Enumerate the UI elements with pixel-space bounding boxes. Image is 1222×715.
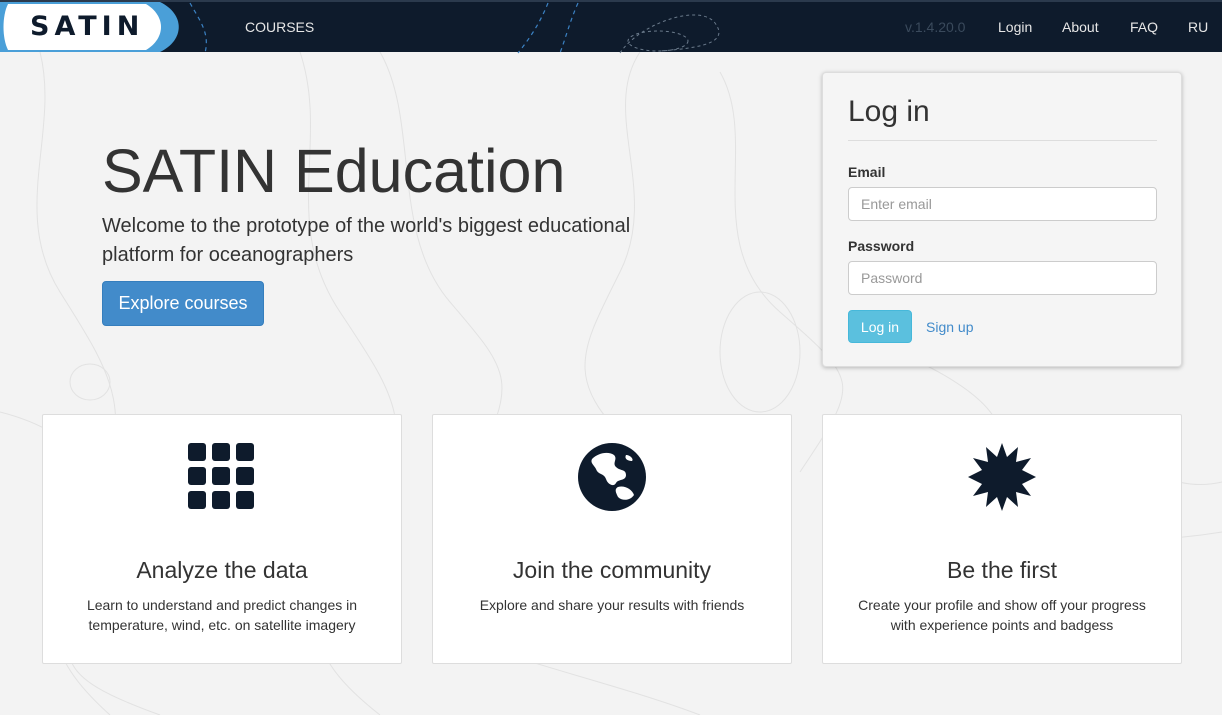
feature-title: Be the first	[947, 557, 1057, 583]
satin-logo[interactable]: SATIN	[0, 2, 180, 52]
password-label: Password	[848, 238, 915, 254]
nav-courses[interactable]: COURSES	[245, 19, 314, 35]
hero-title: SATIN Education	[102, 137, 566, 205]
version-label: v.1.4.20.0	[905, 19, 966, 35]
top-navbar: SATIN COURSES v.1.4.20.0 Login About FAQ…	[0, 0, 1222, 54]
feature-card-analyze: Analyze the data Learn to understand and…	[42, 414, 402, 664]
email-label: Email	[848, 164, 886, 180]
signup-link[interactable]: Sign up	[926, 319, 973, 335]
login-panel: Log in Email Password Log in Sign up	[822, 72, 1182, 367]
explore-courses-button[interactable]: Explore courses	[102, 281, 264, 326]
nav-login[interactable]: Login	[998, 19, 1032, 35]
star-burst-icon	[968, 443, 1036, 511]
nav-about[interactable]: About	[1062, 19, 1099, 35]
feature-card-community: Join the community Explore and share you…	[432, 414, 792, 664]
login-title: Log in	[848, 95, 930, 128]
feature-title: Join the community	[512, 557, 712, 583]
grid-icon	[188, 443, 254, 509]
feature-description: Create your profile and show off your pr…	[858, 597, 1146, 633]
feature-title: Analyze the data	[136, 557, 308, 583]
hero-subtitle: Welcome to the prototype of the world's …	[102, 215, 631, 266]
password-field[interactable]	[848, 261, 1157, 295]
feature-description: Learn to understand and predict changes …	[86, 597, 358, 633]
feature-description: Explore and share your results with frie…	[479, 597, 745, 613]
logo-text: SATIN	[30, 11, 145, 42]
navbar-decoration	[189, 2, 720, 54]
login-divider	[848, 140, 1157, 141]
login-submit-button[interactable]: Log in	[848, 310, 912, 343]
nav-faq[interactable]: FAQ	[1130, 19, 1158, 35]
globe-icon	[578, 443, 646, 511]
feature-card-be-first: Be the first Create your profile and sho…	[822, 414, 1182, 664]
nav-language-switch[interactable]: RU	[1188, 19, 1208, 35]
email-field[interactable]	[848, 187, 1157, 221]
